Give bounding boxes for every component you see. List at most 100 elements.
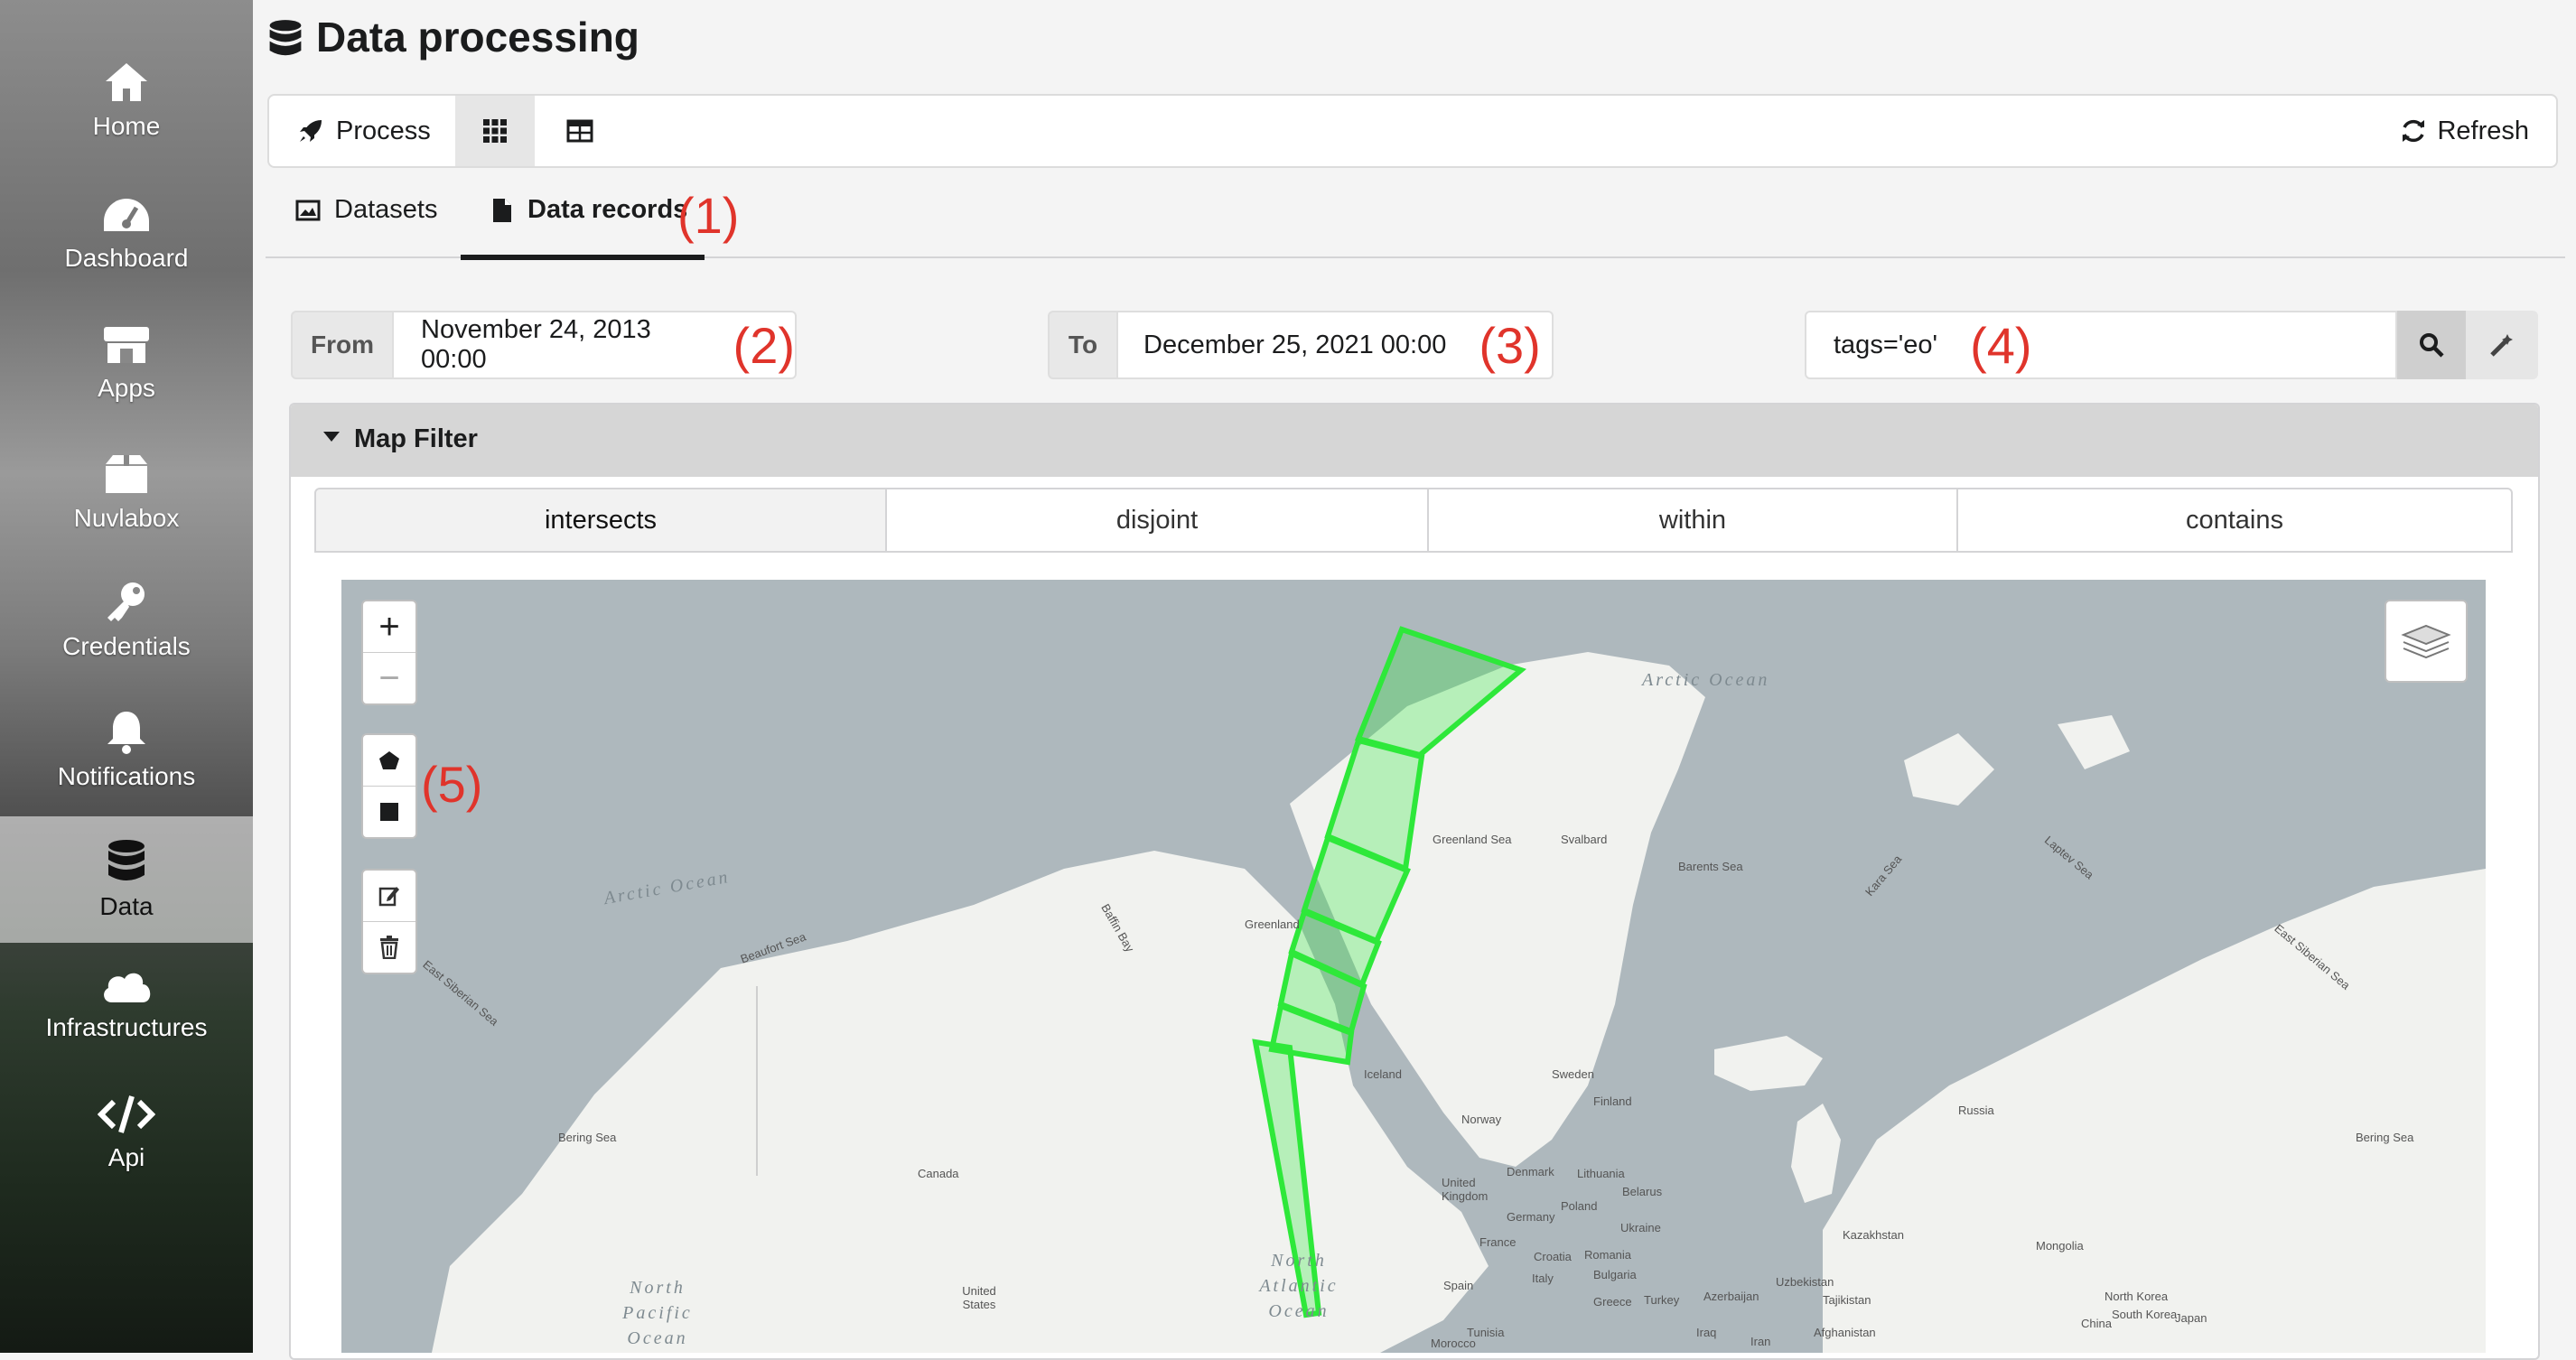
place-label: Russia bbox=[1958, 1104, 1994, 1117]
place-label: Iraq bbox=[1696, 1326, 1717, 1339]
file-icon bbox=[493, 198, 511, 222]
table-view-button[interactable] bbox=[540, 96, 620, 166]
sea-label: Bering Sea bbox=[558, 1131, 617, 1144]
sidebar-item-label: Home bbox=[92, 112, 161, 140]
zoom-out-button[interactable]: − bbox=[363, 652, 415, 703]
tab-datasets[interactable]: Datasets bbox=[294, 195, 437, 225]
place-label: Turkey bbox=[1644, 1293, 1680, 1307]
ocean-label: Arctic Ocean bbox=[1642, 670, 1770, 690]
delete-layers-button[interactable] bbox=[363, 921, 415, 973]
cloud-icon bbox=[104, 973, 151, 1002]
sidebar-item-label: Credentials bbox=[62, 632, 191, 660]
place-label: Ukraine bbox=[1620, 1221, 1661, 1234]
layers-button[interactable] bbox=[2385, 600, 2468, 683]
grid-icon bbox=[483, 119, 507, 143]
ocean-label: North Pacific Ocean bbox=[622, 1278, 693, 1348]
query-value: tags='eo' bbox=[1834, 330, 1938, 359]
image-icon bbox=[295, 200, 321, 220]
toolbar: Process Refresh bbox=[267, 94, 2558, 168]
place-label: Svalbard bbox=[1561, 833, 1608, 846]
sidebar-item-apps[interactable]: Apps bbox=[0, 323, 253, 452]
place-label: Azerbaijan bbox=[1703, 1290, 1759, 1303]
place-label: Canada bbox=[918, 1167, 959, 1180]
database-icon bbox=[269, 20, 302, 56]
sidebar-item-api[interactable]: Api bbox=[0, 1093, 253, 1221]
place-label: Croatia bbox=[1534, 1250, 1572, 1263]
refresh-button[interactable]: Refresh bbox=[2399, 96, 2529, 166]
place-label: Denmark bbox=[1507, 1165, 1554, 1178]
map[interactable]: Arctic Ocean Arctic Ocean North Atlantic… bbox=[341, 580, 2486, 1353]
tab-label: Datasets bbox=[334, 195, 438, 224]
code-icon bbox=[98, 1095, 155, 1133]
place-label: Japan bbox=[2175, 1311, 2207, 1325]
refresh-label: Refresh bbox=[2437, 116, 2529, 145]
sidebar-item-dashboard[interactable]: Dashboard bbox=[0, 195, 253, 323]
from-date-input[interactable]: November 24, 2013 00:00 (2) bbox=[394, 311, 797, 379]
annotation-5: (5) bbox=[421, 756, 483, 813]
place-label: Romania bbox=[1584, 1248, 1632, 1262]
place-label: Iceland bbox=[1364, 1067, 1402, 1081]
annotation-1: (1) bbox=[677, 187, 740, 244]
place-label: Norway bbox=[1461, 1113, 1502, 1126]
tab-within[interactable]: within bbox=[1427, 488, 1958, 553]
edit-layers-button[interactable] bbox=[363, 871, 415, 921]
trash-icon bbox=[380, 936, 398, 959]
process-button[interactable]: Process bbox=[296, 96, 431, 166]
magic-wand-icon bbox=[2490, 334, 2513, 357]
place-label: United States bbox=[962, 1284, 996, 1311]
sea-label: Greenland Sea bbox=[1433, 833, 1512, 846]
sidebar-item-nuvlabox[interactable]: Nuvlabox bbox=[0, 452, 253, 580]
sidebar-item-infrastructures[interactable]: Infrastructures bbox=[0, 964, 253, 1093]
tab-label: Data records bbox=[527, 195, 688, 224]
map-basemap bbox=[341, 580, 2486, 1353]
search-button[interactable] bbox=[2397, 311, 2466, 379]
polygon-icon bbox=[379, 751, 399, 769]
caret-down-icon bbox=[323, 432, 340, 442]
sea-label: Bering Sea bbox=[2356, 1131, 2414, 1144]
sidebar-item-label: Apps bbox=[98, 374, 155, 402]
home-icon bbox=[106, 63, 147, 101]
place-label: Kazakhstan bbox=[1843, 1228, 1904, 1242]
to-label: To bbox=[1048, 311, 1118, 379]
bell-icon bbox=[107, 712, 145, 754]
place-label: United Kingdom bbox=[1442, 1176, 1489, 1203]
annotation-3: (3) bbox=[1479, 316, 1541, 374]
sidebar-item-home[interactable]: Home bbox=[0, 60, 253, 188]
map-filter-header[interactable]: Map Filter bbox=[291, 405, 2538, 477]
sidebar-item-label: Infrastructures bbox=[45, 1013, 208, 1041]
sidebar-item-data[interactable]: Data bbox=[0, 816, 253, 943]
place-label: Sweden bbox=[1552, 1067, 1594, 1081]
to-date-input[interactable]: December 25, 2021 00:00 (3) bbox=[1118, 311, 1554, 379]
dashboard-icon bbox=[104, 199, 149, 231]
key-icon bbox=[107, 582, 145, 621]
sidebar-item-label: Notifications bbox=[57, 762, 196, 790]
search-icon bbox=[2420, 333, 2444, 358]
to-date-value: December 25, 2021 00:00 bbox=[1143, 330, 1447, 359]
table-icon bbox=[566, 119, 593, 143]
sidebar-item-label: Data bbox=[99, 892, 154, 920]
query-input[interactable]: tags='eo' (4) bbox=[1805, 311, 2397, 379]
sidebar-item-label: Dashboard bbox=[64, 244, 189, 272]
process-label: Process bbox=[336, 116, 431, 145]
query-wizard-button[interactable] bbox=[2466, 311, 2538, 379]
place-label: China bbox=[2081, 1317, 2112, 1330]
draw-polygon-button[interactable] bbox=[363, 735, 415, 786]
place-label: Germany bbox=[1507, 1210, 1555, 1224]
draw-rectangle-button[interactable] bbox=[363, 786, 415, 837]
place-label: Afghanistan bbox=[1814, 1326, 1876, 1339]
tab-data-records[interactable]: Data records bbox=[491, 195, 687, 225]
sidebar-item-credentials[interactable]: Credentials bbox=[0, 580, 253, 708]
active-tab-indicator bbox=[461, 255, 705, 260]
zoom-control: + − bbox=[361, 600, 417, 705]
grid-view-button[interactable] bbox=[455, 96, 535, 166]
place-label: Greenland bbox=[1245, 918, 1300, 931]
sidebar-item-label: Api bbox=[107, 1143, 145, 1171]
tab-disjoint[interactable]: disjoint bbox=[885, 488, 1429, 553]
annotation-2: (2) bbox=[733, 316, 795, 374]
place-label: Lithuania bbox=[1577, 1167, 1625, 1180]
rocket-icon bbox=[300, 120, 322, 142]
tab-intersects[interactable]: intersects bbox=[314, 488, 887, 553]
zoom-in-button[interactable]: + bbox=[363, 601, 415, 652]
tab-contains[interactable]: contains bbox=[1956, 488, 2513, 553]
layers-icon bbox=[2401, 624, 2451, 659]
